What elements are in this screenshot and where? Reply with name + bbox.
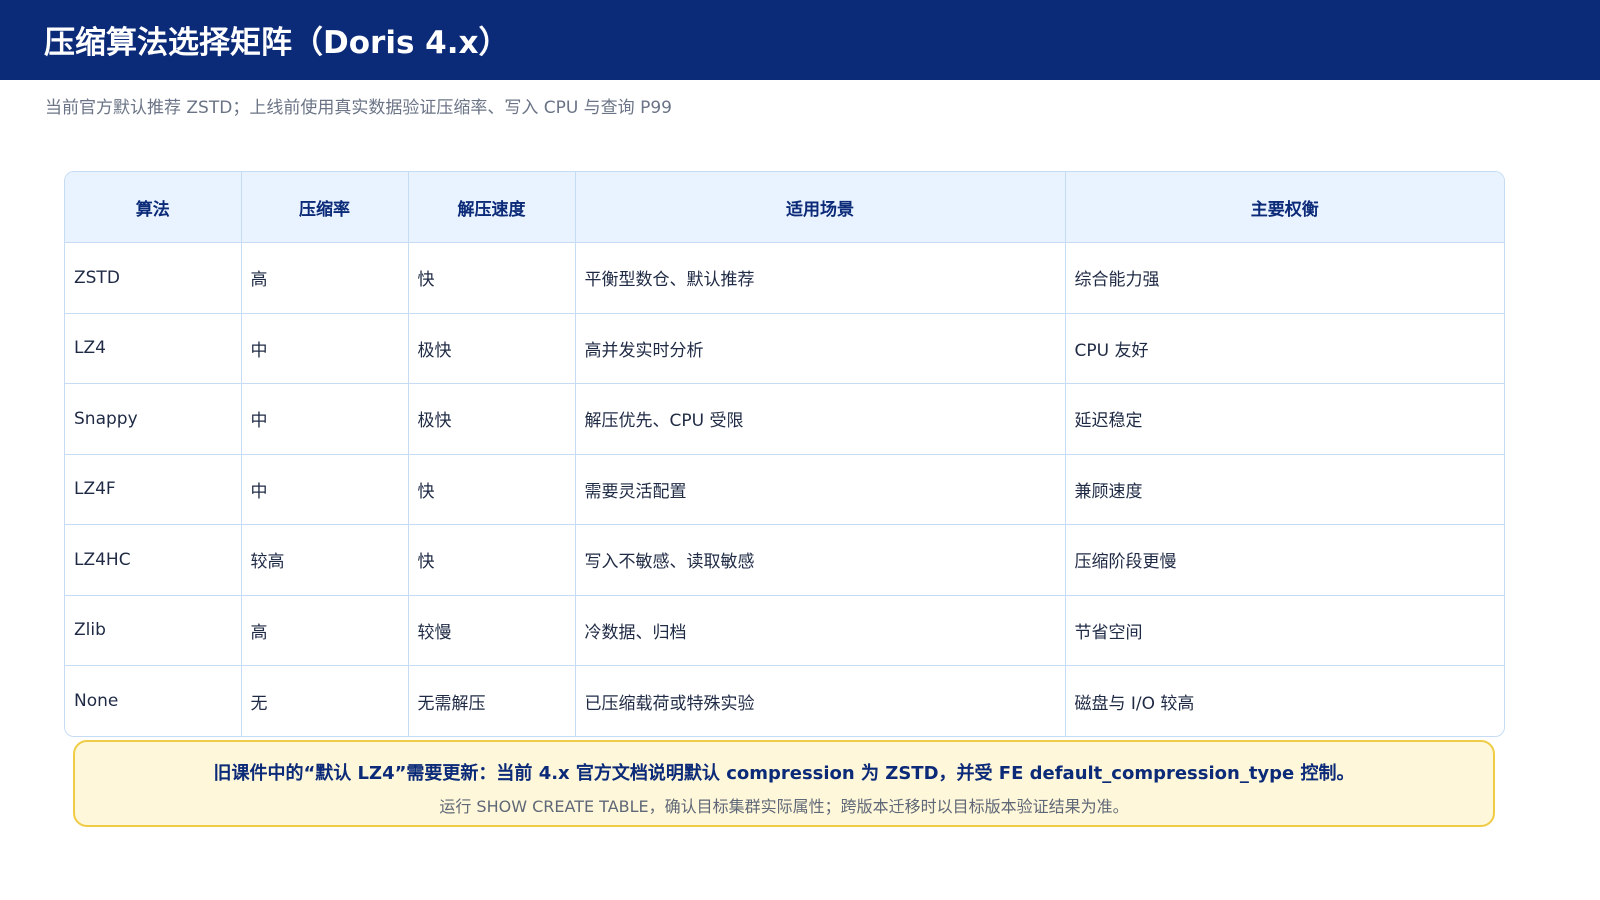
table-cell: 中 [241, 454, 409, 525]
table-row: LZ4 中 极快 高并发实时分析 CPU 友好 [65, 313, 1504, 384]
table-cell: 无 [241, 665, 409, 736]
table-cell: Snappy [65, 383, 242, 455]
table-cell: 高 [241, 242, 409, 314]
table-cell: 需要灵活配置 [575, 454, 1066, 525]
table-row: Zlib 高 较慢 冷数据、归档 节省空间 [65, 595, 1504, 666]
page-subtitle: 当前官方默认推荐 ZSTD；上线前使用真实数据验证压缩率、写入 CPU 与查询 … [45, 98, 672, 118]
table-cell: Zlib [65, 595, 242, 666]
table-cell: 快 [408, 454, 576, 525]
page-title: 压缩算法选择矩阵（Doris 4.x） [44, 25, 510, 61]
table-cell: 极快 [408, 383, 576, 455]
table-row: LZ4HC 较高 快 写入不敏感、读取敏感 压缩阶段更慢 [65, 524, 1504, 596]
table-cell: 无需解压 [408, 665, 576, 736]
table-cell: 中 [241, 383, 409, 455]
table-cell: 磁盘与 I/O 较高 [1074, 693, 1195, 714]
column-header-algorithm: 算法 [65, 172, 242, 243]
table-cell: 中 [241, 313, 409, 384]
table-cell: 延迟稳定 [1065, 383, 1504, 455]
table-cell: ZSTD [65, 242, 242, 314]
update-note-callout: 旧课件中的“默认 LZ4”需要更新：当前 4.x 官方文档说明默认 compre… [73, 740, 1495, 827]
table-cell: 已压缩载荷或特殊实验 [575, 665, 1066, 736]
table-row: LZ4F 中 快 需要灵活配置 兼顾速度 [65, 454, 1504, 525]
column-header-ratio: 压缩率 [241, 172, 409, 243]
table-cell: 较高 [241, 524, 409, 596]
header-bar: 压缩算法选择矩阵（Doris 4.x） [0, 0, 1600, 80]
note-headline: 旧课件中的“默认 LZ4”需要更新：当前 4.x 官方文档说明默认 compre… [213, 763, 1355, 784]
table-cell: 高 [241, 595, 409, 666]
compression-matrix-table: 算法 压缩率 解压速度 适用场景 主要权衡 ZSTD 高 快 平衡型数仓、默认推… [64, 171, 1505, 737]
table-cell: CPU 友好 [1065, 313, 1504, 384]
table-cell: 解压优先、CPU 受限 [575, 383, 1066, 455]
table-header-row: 算法 压缩率 解压速度 适用场景 主要权衡 [65, 172, 1504, 243]
column-header-tradeoff: 主要权衡 [1065, 172, 1504, 243]
table-cell: 极快 [408, 313, 576, 384]
column-header-decompress-speed: 解压速度 [408, 172, 576, 243]
table-cell: 冷数据、归档 [575, 595, 1066, 666]
note-detail: 运行 SHOW CREATE TABLE，确认目标集群实际属性；跨版本迁移时以目… [439, 797, 1129, 816]
table-cell: 平衡型数仓、默认推荐 [575, 242, 1066, 314]
table-row: ZSTD 高 快 平衡型数仓、默认推荐 综合能力强 [65, 242, 1504, 314]
table-row: Snappy 中 极快 解压优先、CPU 受限 延迟稳定 [65, 383, 1504, 455]
table-cell: 兼顾速度 [1065, 454, 1504, 525]
table-cell: 写入不敏感、读取敏感 [575, 524, 1066, 596]
table-cell: 快 [408, 242, 576, 314]
table-cell: 综合能力强 [1065, 242, 1504, 314]
table-cell: LZ4HC [65, 524, 242, 596]
table-cell: 压缩阶段更慢 [1065, 524, 1504, 596]
table-cell: LZ4 [65, 313, 242, 384]
table-cell: 较慢 [408, 595, 576, 666]
table-cell: None [65, 665, 242, 736]
table-cell: LZ4F [65, 454, 242, 525]
column-header-scenario: 适用场景 [575, 172, 1066, 243]
table-cell: 高并发实时分析 [575, 313, 1066, 384]
table-cell: 节省空间 [1065, 595, 1504, 666]
table-cell: 快 [408, 524, 576, 596]
table-row: None 无 无需解压 已压缩载荷或特殊实验 磁盘与 I/O 较高 [65, 665, 1504, 736]
